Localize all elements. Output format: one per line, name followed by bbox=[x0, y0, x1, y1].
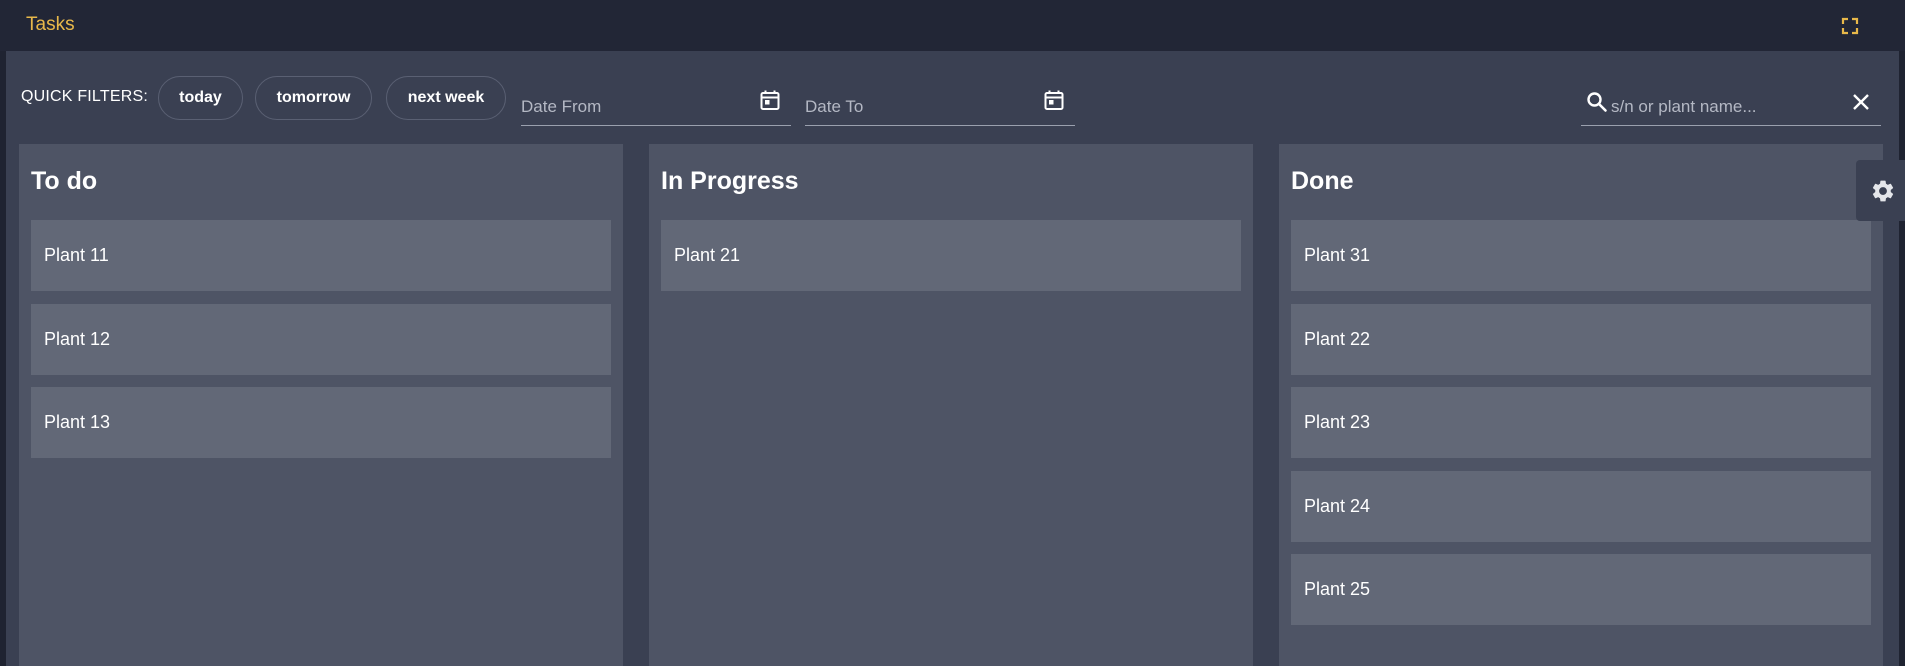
column-in-progress: In Progress Plant 21 bbox=[649, 144, 1253, 666]
column-title: Done bbox=[1291, 167, 1354, 195]
column-title: In Progress bbox=[661, 167, 799, 195]
filter-chip-next-week[interactable]: next week bbox=[386, 76, 506, 120]
date-to-field bbox=[805, 76, 1075, 126]
task-card[interactable]: Plant 21 bbox=[661, 220, 1241, 291]
column-done: Done Plant 31 Plant 22 Plant 23 Plant 24… bbox=[1279, 144, 1883, 666]
quick-filters-label: QUICK FILTERS: bbox=[21, 88, 148, 105]
filter-bar: QUICK FILTERS: today tomorrow next week bbox=[6, 51, 1899, 141]
task-card[interactable]: Plant 24 bbox=[1291, 471, 1871, 542]
calendar-icon[interactable] bbox=[1043, 89, 1065, 111]
task-card[interactable]: Plant 11 bbox=[31, 220, 611, 291]
column-title: To do bbox=[31, 167, 98, 195]
date-to-input[interactable] bbox=[805, 96, 1025, 118]
fullscreen-icon[interactable] bbox=[1840, 16, 1860, 36]
filter-chip-tomorrow[interactable]: tomorrow bbox=[255, 76, 372, 120]
date-from-input[interactable] bbox=[521, 96, 741, 118]
search-icon bbox=[1586, 91, 1608, 113]
gear-icon bbox=[1872, 180, 1894, 202]
main-panel: QUICK FILTERS: today tomorrow next week bbox=[6, 51, 1899, 666]
search-field bbox=[1581, 76, 1881, 126]
search-input[interactable] bbox=[1611, 96, 1831, 118]
date-from-field bbox=[521, 76, 791, 126]
filter-chip-today[interactable]: today bbox=[158, 76, 243, 120]
tasks-app: Tasks QUICK FILTERS: today tomorrow next… bbox=[0, 0, 1905, 666]
task-card[interactable]: Plant 31 bbox=[1291, 220, 1871, 291]
task-card[interactable]: Plant 25 bbox=[1291, 554, 1871, 625]
close-icon[interactable] bbox=[1851, 92, 1871, 112]
page-title: Tasks bbox=[26, 14, 75, 35]
column-todo: To do Plant 11 Plant 12 Plant 13 bbox=[19, 144, 623, 666]
task-card[interactable]: Plant 22 bbox=[1291, 304, 1871, 375]
calendar-icon[interactable] bbox=[759, 89, 781, 111]
header-bar: Tasks bbox=[0, 0, 1905, 51]
task-card[interactable]: Plant 12 bbox=[31, 304, 611, 375]
task-card[interactable]: Plant 23 bbox=[1291, 387, 1871, 458]
task-card[interactable]: Plant 13 bbox=[31, 387, 611, 458]
settings-button[interactable] bbox=[1856, 160, 1905, 221]
